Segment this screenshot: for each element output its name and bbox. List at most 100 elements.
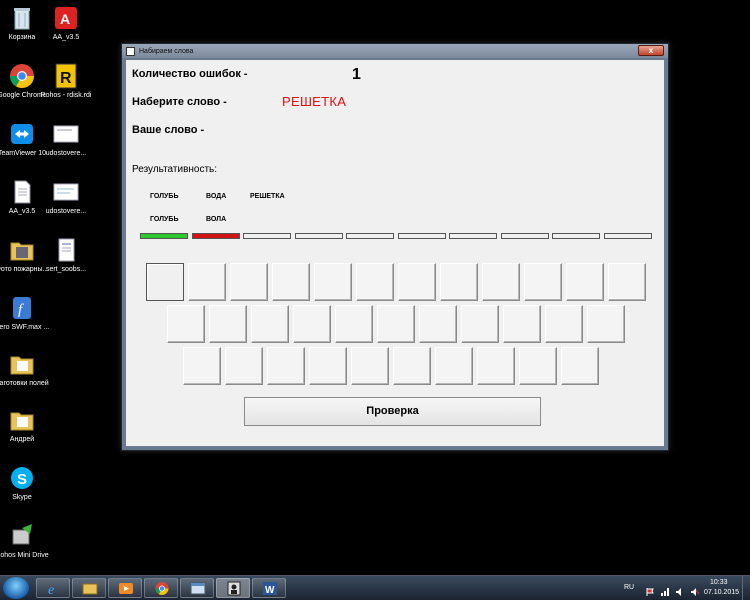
app-window: Набираем слова x Количество ошибок - 1 Н… [121, 43, 669, 451]
taskbar-word[interactable]: W [252, 578, 286, 598]
start-button[interactable] [3, 577, 29, 599]
clock-date[interactable]: 07.10.2015 [704, 589, 739, 596]
desktop-icon-label: Rohos - rdisk.rdi [40, 92, 92, 99]
desktop-icon-aa[interactable]: A AA_v3.5 [36, 4, 96, 42]
keyboard-key[interactable] [230, 263, 268, 301]
flag-icon[interactable] [646, 583, 654, 596]
keyboard-key[interactable] [482, 263, 520, 301]
network-icon[interactable] [661, 583, 669, 596]
taskbar-media-player[interactable] [108, 578, 142, 598]
keyboard-key[interactable] [435, 347, 473, 385]
clock-time[interactable]: 10:33 [710, 579, 728, 586]
window-titlebar[interactable]: Набираем слова [122, 44, 668, 58]
window-icon [190, 581, 206, 596]
keyboard-key[interactable] [209, 305, 247, 343]
desktop-icon-rohos-mini[interactable]: Rohos Mini Drive [0, 522, 52, 560]
svg-text:e: e [48, 583, 54, 596]
keyboard-key[interactable] [225, 347, 263, 385]
keyboard-key[interactable] [183, 347, 221, 385]
keyboard-key[interactable] [251, 305, 289, 343]
keyboard-key[interactable] [267, 347, 305, 385]
desktop-icon-rohos[interactable]: R Rohos - rdisk.rdi [36, 62, 96, 100]
chrome-icon [154, 581, 170, 596]
language-indicator[interactable]: RU [624, 584, 634, 591]
keyboard-key[interactable] [335, 305, 373, 343]
keyboard-key[interactable] [503, 305, 541, 343]
typed-word: ВОЛА [206, 216, 227, 223]
app-window-icon [126, 46, 135, 56]
result-bar-empty [294, 233, 343, 239]
keyboard-key[interactable] [561, 347, 599, 385]
keyboard-key[interactable] [293, 305, 331, 343]
volume-icon[interactable] [676, 583, 684, 596]
desktop-icon-label: Aero SWF.max ... [0, 324, 50, 331]
keyboard-key[interactable] [356, 263, 394, 301]
document-icon [52, 120, 80, 148]
errors-value: 1 [352, 66, 361, 83]
aero-swf-icon: f [8, 294, 36, 322]
desktop-icon-label: Skype [12, 494, 32, 501]
keyboard-key[interactable] [566, 263, 604, 301]
keyboard-key[interactable] [167, 305, 205, 343]
keyboard-key[interactable] [587, 305, 625, 343]
result-bar-empty [397, 233, 446, 239]
keyboard-key[interactable] [377, 305, 415, 343]
media-player-icon [118, 581, 134, 596]
keyboard-key[interactable] [419, 305, 457, 343]
typed-word: ГОЛУБЬ [150, 216, 179, 223]
taskbar-app-active[interactable] [216, 578, 250, 598]
keyboard-key[interactable] [188, 263, 226, 301]
taskbar-explorer[interactable] [72, 578, 106, 598]
keyboard-key[interactable] [524, 263, 562, 301]
keyboard-key[interactable] [545, 305, 583, 343]
show-desktop-button[interactable] [742, 576, 750, 600]
keyboard-key[interactable] [309, 347, 347, 385]
keyboard-key[interactable] [314, 263, 352, 301]
keyboard-key[interactable] [272, 263, 310, 301]
keyboard-key[interactable] [398, 263, 436, 301]
rohos-disk-icon: R [52, 62, 80, 90]
desktop-icon-udostoverenie-2[interactable]: udostovere... [36, 178, 96, 216]
desktop-icon-zagotovki[interactable]: Заготовки полей [0, 350, 52, 388]
check-button[interactable]: Проверка [244, 397, 541, 426]
desktop-icon-label: AA_v3.5 [52, 34, 80, 41]
certificate-icon [52, 236, 80, 264]
type-word-label: Наберите слово - [132, 96, 227, 108]
desktop-icon-udostoverenie-1[interactable]: udostovere... [36, 120, 96, 158]
desktop-icon-andrey[interactable]: Андрей [0, 406, 52, 444]
result-bar-empty [243, 233, 291, 239]
close-button[interactable]: x [638, 45, 664, 56]
keyboard-key[interactable] [461, 305, 499, 343]
taskbar-window[interactable] [180, 578, 214, 598]
keyboard-key[interactable] [608, 263, 646, 301]
teamviewer-icon [8, 120, 36, 148]
desktop-icon-label: udostovere... [45, 150, 87, 157]
speaker-mute-icon[interactable] [691, 583, 700, 596]
your-word-label: Ваше слово - [132, 124, 205, 136]
performance-label: Результативность: [132, 164, 218, 175]
window-client-area: Количество ошибок - 1 Наберите слово - Р… [126, 60, 664, 446]
desktop-icon-label: Заготовки полей [0, 380, 49, 387]
keyboard-key[interactable] [351, 347, 389, 385]
taskbar-ie[interactable]: e [36, 578, 70, 598]
result-bar-empty [449, 233, 497, 239]
keyboard-key[interactable] [393, 347, 431, 385]
taskbar-chrome[interactable] [144, 578, 178, 598]
keyboard-key[interactable] [146, 263, 184, 301]
target-word: РЕШЕТКА [282, 94, 347, 109]
desktop-icon-label: Андрей [9, 436, 35, 443]
keyboard-key[interactable] [477, 347, 515, 385]
desktop-icon-skype[interactable]: S Skype [0, 464, 52, 502]
result-bar-correct [140, 233, 188, 239]
result-bar-empty [346, 233, 394, 239]
svg-text:S: S [17, 471, 27, 488]
keyboard-key[interactable] [440, 263, 478, 301]
desktop-icon-sert[interactable]: sert_soobs... [36, 236, 96, 274]
chrome-icon [8, 62, 36, 90]
desktop-icon-label: sert_soobs... [45, 266, 87, 273]
aa-app-icon: A [52, 4, 80, 32]
desktop-icon-aero-swf[interactable]: f Aero SWF.max ... [0, 294, 52, 332]
folder-icon [8, 350, 36, 378]
keyboard-key[interactable] [519, 347, 557, 385]
document-icon [52, 178, 80, 206]
